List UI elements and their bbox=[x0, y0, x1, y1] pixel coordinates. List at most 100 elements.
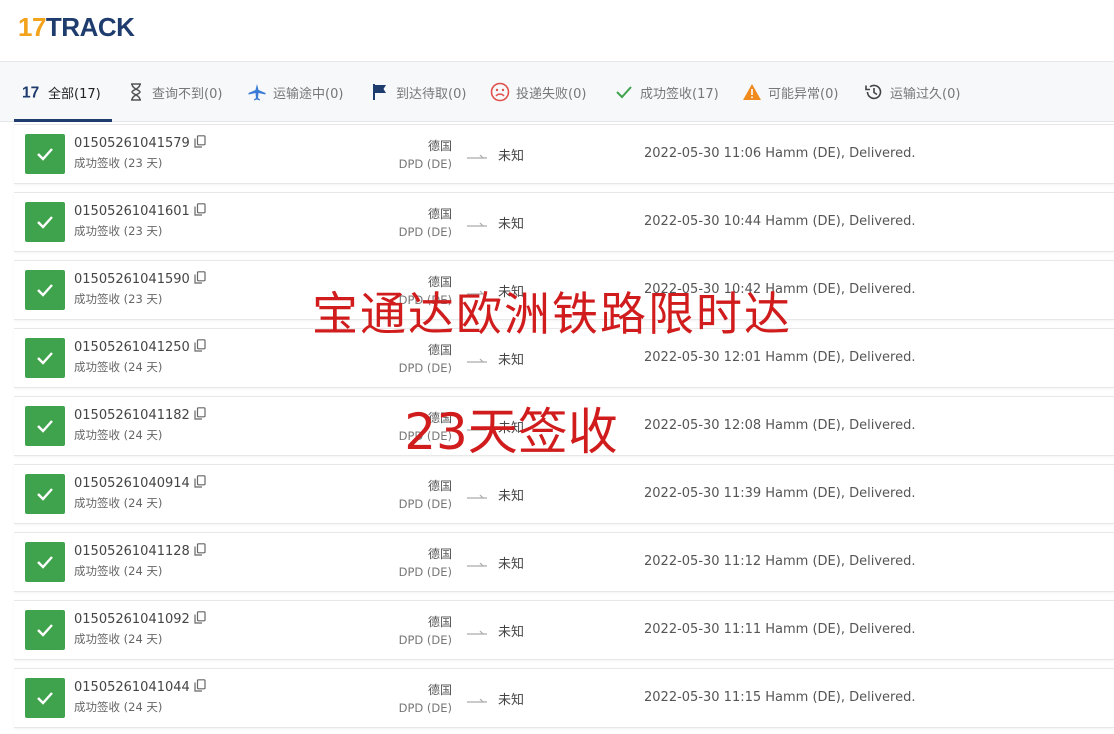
route-arrow-icon bbox=[466, 555, 490, 574]
shipment-row[interactable]: 01505261041044 成功签收 (24 天) 德国 DPD (DE) 未… bbox=[14, 668, 1114, 728]
origin-info: 德国 DPD (DE) bbox=[399, 273, 452, 309]
carrier-name: DPD (DE) bbox=[398, 497, 452, 511]
tracking-number[interactable]: 01505261040914 bbox=[74, 475, 206, 492]
delivered-check-icon bbox=[25, 542, 65, 582]
tracking-number-text: 01505261041044 bbox=[74, 680, 190, 695]
shipment-row[interactable]: 01505261041579 成功签收 (23 天) 德国 DPD (DE) 未… bbox=[14, 124, 1114, 184]
check-icon bbox=[614, 82, 634, 102]
shipment-row[interactable]: 01505261041590 成功签收 (23 天) 德国 DPD (DE) 未… bbox=[14, 260, 1114, 320]
status-duration: 成功签收 (24 天) bbox=[74, 360, 163, 374]
status-duration: 成功签收 (24 天) bbox=[74, 496, 163, 510]
carrier-name: DPD (DE) bbox=[398, 157, 452, 171]
destination-country: 未知 bbox=[498, 489, 525, 504]
shipment-row[interactable]: 01505261041250 成功签收 (24 天) 德国 DPD (DE) 未… bbox=[14, 328, 1114, 388]
latest-event: 2022-05-30 11:06 Hamm (DE), Delivered. bbox=[644, 146, 916, 161]
shipment-row[interactable]: 01505261041601 成功签收 (23 天) 德国 DPD (DE) 未… bbox=[14, 192, 1114, 252]
copy-icon[interactable] bbox=[194, 271, 206, 288]
delivered-check-icon bbox=[25, 474, 65, 514]
origin-info: 德国 DPD (DE) bbox=[399, 409, 452, 445]
app-logo[interactable]: 17TRACK bbox=[18, 12, 135, 43]
tracking-number[interactable]: 01505261041128 bbox=[74, 543, 206, 560]
destination-country: 未知 bbox=[498, 421, 525, 436]
tab-label: 成功签收(17) bbox=[640, 86, 719, 102]
tab-overdue[interactable]: 运输过久(0) bbox=[864, 80, 960, 104]
shipment-row[interactable]: 01505261040914 成功签收 (24 天) 德国 DPD (DE) 未… bbox=[14, 464, 1114, 524]
delivered-check-icon bbox=[25, 406, 65, 446]
origin-info: 德国 DPD (DE) bbox=[399, 341, 452, 377]
copy-icon[interactable] bbox=[194, 135, 206, 152]
tab-label: 运输过久(0) bbox=[890, 86, 961, 102]
copy-icon[interactable] bbox=[194, 407, 206, 424]
delivered-check-icon bbox=[25, 610, 65, 650]
logo-text: TRACK bbox=[45, 12, 135, 42]
tab-label: 运输途中(0) bbox=[273, 86, 344, 102]
hourglass-icon bbox=[126, 82, 146, 102]
origin-country: 德国 bbox=[427, 411, 452, 425]
tracking-number[interactable]: 01505261041044 bbox=[74, 679, 206, 696]
tab-not-found[interactable]: 查询不到(0) bbox=[126, 80, 222, 104]
latest-event: 2022-05-30 10:44 Hamm (DE), Delivered. bbox=[644, 214, 916, 229]
tracking-number[interactable]: 01505261041601 bbox=[74, 203, 206, 220]
copy-icon[interactable] bbox=[194, 339, 206, 356]
tab-delivered[interactable]: 成功签收(17) bbox=[614, 80, 719, 104]
route-arrow-icon bbox=[466, 215, 490, 234]
tab-in-transit[interactable]: 运输途中(0) bbox=[247, 80, 343, 104]
tab-all[interactable]: 17 全部(17) bbox=[22, 80, 101, 104]
status-tabs: 17 全部(17) 查询不到(0) 运输途中(0) 到达待取(0) 投递失败(0… bbox=[0, 62, 1114, 122]
carrier-name: DPD (DE) bbox=[398, 429, 452, 443]
delivered-check-icon bbox=[25, 134, 65, 174]
origin-country: 德国 bbox=[427, 275, 452, 289]
origin-country: 德国 bbox=[427, 683, 452, 697]
delivered-check-icon bbox=[25, 338, 65, 378]
carrier-name: DPD (DE) bbox=[398, 633, 452, 647]
status-duration: 成功签收 (23 天) bbox=[74, 292, 163, 306]
tracking-number[interactable]: 01505261041182 bbox=[74, 407, 206, 424]
copy-icon[interactable] bbox=[194, 679, 206, 696]
logo-prefix: 17 bbox=[18, 12, 46, 42]
tracking-number[interactable]: 01505261041590 bbox=[74, 271, 206, 288]
status-duration: 成功签收 (24 天) bbox=[74, 632, 163, 646]
tracking-number[interactable]: 01505261041579 bbox=[74, 135, 206, 152]
carrier-name: DPD (DE) bbox=[398, 225, 452, 239]
route-arrow-icon bbox=[466, 691, 490, 710]
delivered-check-icon bbox=[25, 270, 65, 310]
destination-country: 未知 bbox=[498, 557, 525, 572]
origin-info: 德国 DPD (DE) bbox=[399, 613, 452, 649]
tab-failed[interactable]: 投递失败(0) bbox=[490, 80, 586, 104]
copy-icon[interactable] bbox=[194, 203, 206, 220]
17-logo-icon: 17 bbox=[22, 82, 42, 102]
carrier-name: DPD (DE) bbox=[398, 361, 452, 375]
destination-country: 未知 bbox=[498, 285, 525, 300]
status-duration: 成功签收 (23 天) bbox=[74, 156, 163, 170]
origin-country: 德国 bbox=[427, 207, 452, 221]
origin-country: 德国 bbox=[427, 615, 452, 629]
latest-event: 2022-05-30 10:42 Hamm (DE), Delivered. bbox=[644, 282, 916, 297]
shipment-row[interactable]: 01505261041128 成功签收 (24 天) 德国 DPD (DE) 未… bbox=[14, 532, 1114, 592]
tracking-number[interactable]: 01505261041092 bbox=[74, 611, 206, 628]
airplane-icon bbox=[247, 82, 267, 102]
origin-info: 德国 DPD (DE) bbox=[399, 545, 452, 581]
warning-icon bbox=[742, 82, 762, 102]
origin-country: 德国 bbox=[427, 547, 452, 561]
tab-label: 投递失败(0) bbox=[516, 86, 587, 102]
status-duration: 成功签收 (24 天) bbox=[74, 564, 163, 578]
copy-icon[interactable] bbox=[194, 543, 206, 560]
delivered-check-icon bbox=[25, 202, 65, 242]
tab-pickup[interactable]: 到达待取(0) bbox=[370, 80, 466, 104]
status-duration: 成功签收 (24 天) bbox=[74, 700, 163, 714]
route-arrow-icon bbox=[466, 487, 490, 506]
copy-icon[interactable] bbox=[194, 611, 206, 628]
tab-label: 可能异常(0) bbox=[768, 86, 839, 102]
tracking-number[interactable]: 01505261041250 bbox=[74, 339, 206, 356]
shipment-row[interactable]: 01505261041182 成功签收 (24 天) 德国 DPD (DE) 未… bbox=[14, 396, 1114, 456]
active-tab-indicator bbox=[14, 119, 112, 122]
tab-exception[interactable]: 可能异常(0) bbox=[742, 80, 838, 104]
tracking-number-text: 01505261041128 bbox=[74, 544, 190, 559]
latest-event: 2022-05-30 11:15 Hamm (DE), Delivered. bbox=[644, 690, 916, 705]
destination-country: 未知 bbox=[498, 693, 525, 708]
destination-country: 未知 bbox=[498, 353, 525, 368]
latest-event: 2022-05-30 11:12 Hamm (DE), Delivered. bbox=[644, 554, 916, 569]
origin-info: 德国 DPD (DE) bbox=[399, 205, 452, 241]
shipment-row[interactable]: 01505261041092 成功签收 (24 天) 德国 DPD (DE) 未… bbox=[14, 600, 1114, 660]
copy-icon[interactable] bbox=[194, 475, 206, 492]
